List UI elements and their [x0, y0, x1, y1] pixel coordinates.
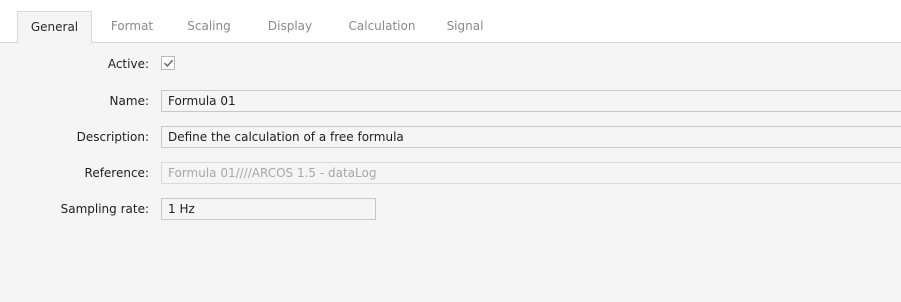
tab-bar: General Format Scaling Display Calculati… [0, 0, 901, 43]
description-field[interactable]: Define the calculation of a free formula [161, 126, 901, 148]
general-panel: Active: Name: Formula 01 Description: De… [0, 42, 901, 302]
active-row: Active: [0, 53, 901, 75]
name-row: Name: Formula 01 [0, 90, 901, 112]
tab-scaling[interactable]: Scaling [174, 11, 244, 42]
tab-signal[interactable]: Signal [438, 11, 492, 42]
description-label: Description: [76, 130, 149, 144]
tab-calculation[interactable]: Calculation [336, 11, 428, 42]
tab-general[interactable]: General [17, 11, 92, 43]
name-label: Name: [109, 94, 149, 108]
tab-display[interactable]: Display [256, 11, 324, 42]
sampling-rate-label: Sampling rate: [60, 202, 149, 216]
sampling-rate-field[interactable]: 1 Hz [161, 198, 376, 220]
reference-label: Reference: [84, 166, 149, 180]
check-icon [164, 59, 173, 67]
properties-window: General Format Scaling Display Calculati… [0, 0, 901, 302]
reference-row: Reference: Formula 01////ARCOS 1.5 - dat… [0, 162, 901, 184]
active-checkbox[interactable] [161, 56, 175, 70]
reference-field: Formula 01////ARCOS 1.5 - dataLog [161, 162, 901, 184]
active-label: Active: [107, 57, 149, 71]
name-field[interactable]: Formula 01 [161, 90, 901, 112]
sampling-rate-row: Sampling rate: 1 Hz [0, 198, 901, 220]
description-row: Description: Define the calculation of a… [0, 126, 901, 148]
tab-format[interactable]: Format [100, 11, 164, 42]
